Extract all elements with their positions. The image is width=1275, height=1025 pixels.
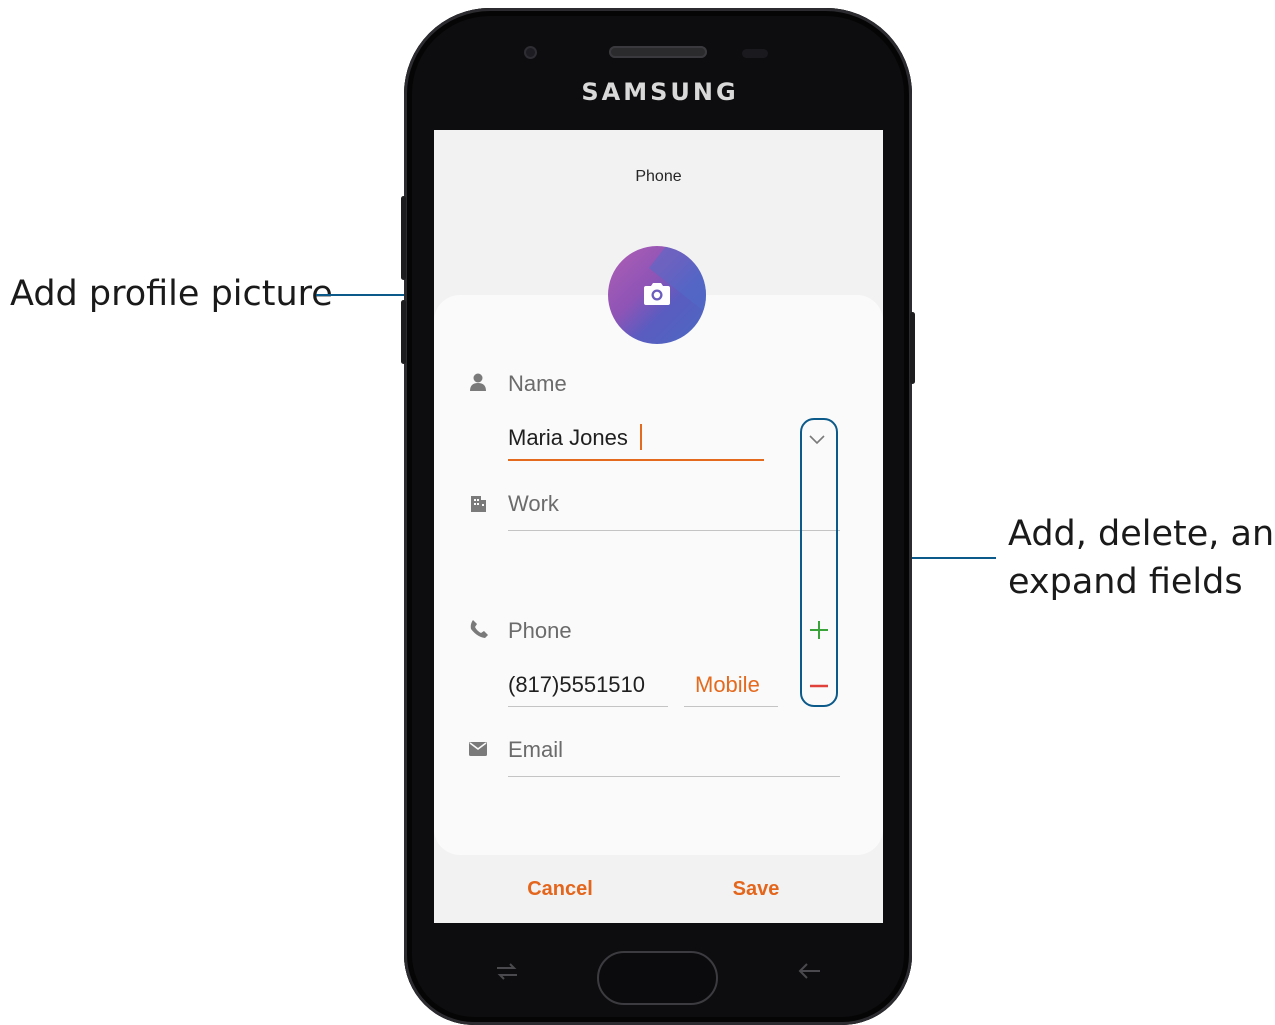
person-icon — [470, 373, 486, 396]
screen-title: Phone — [635, 168, 682, 185]
callout-fields-line2: expand fields — [1008, 562, 1243, 602]
phone-type-underline — [684, 706, 778, 707]
volume-key — [401, 196, 406, 280]
email-underline — [508, 776, 840, 777]
bixby-key — [401, 300, 406, 364]
back-icon[interactable] — [796, 958, 822, 991]
text-cursor — [640, 424, 642, 450]
field-controls-highlight — [800, 418, 838, 707]
name-input-underline — [508, 459, 764, 461]
save-button[interactable]: Save — [696, 878, 816, 901]
phone-label: Phone — [508, 618, 572, 643]
front-camera — [526, 48, 535, 57]
cancel-button[interactable]: Cancel — [500, 878, 620, 901]
phone-number-input[interactable]: (817)5551510 — [508, 672, 645, 698]
proximity-sensor — [742, 49, 768, 58]
power-key — [910, 312, 915, 384]
work-field[interactable]: Work — [508, 491, 559, 517]
name-label: Name — [508, 371, 567, 396]
callout-fields-line1: Add, delete, and — [1008, 514, 1275, 554]
phone-type-select[interactable]: Mobile — [695, 672, 760, 698]
work-underline — [508, 530, 840, 531]
recent-apps-icon[interactable] — [494, 958, 520, 991]
camera-icon — [644, 282, 670, 311]
email-field[interactable]: Email — [508, 737, 563, 763]
phone-number-underline — [508, 706, 668, 707]
name-input[interactable]: Maria Jones — [508, 425, 628, 451]
envelope-icon — [469, 742, 487, 761]
building-icon — [471, 496, 486, 517]
brand-logo: SAMSUNG — [581, 78, 739, 106]
earpiece-speaker — [609, 46, 707, 58]
add-profile-picture-button[interactable] — [608, 246, 706, 344]
home-button[interactable] — [597, 951, 718, 1005]
callout-add-profile-picture: Add profile picture — [10, 274, 333, 314]
phone-icon — [470, 620, 488, 643]
